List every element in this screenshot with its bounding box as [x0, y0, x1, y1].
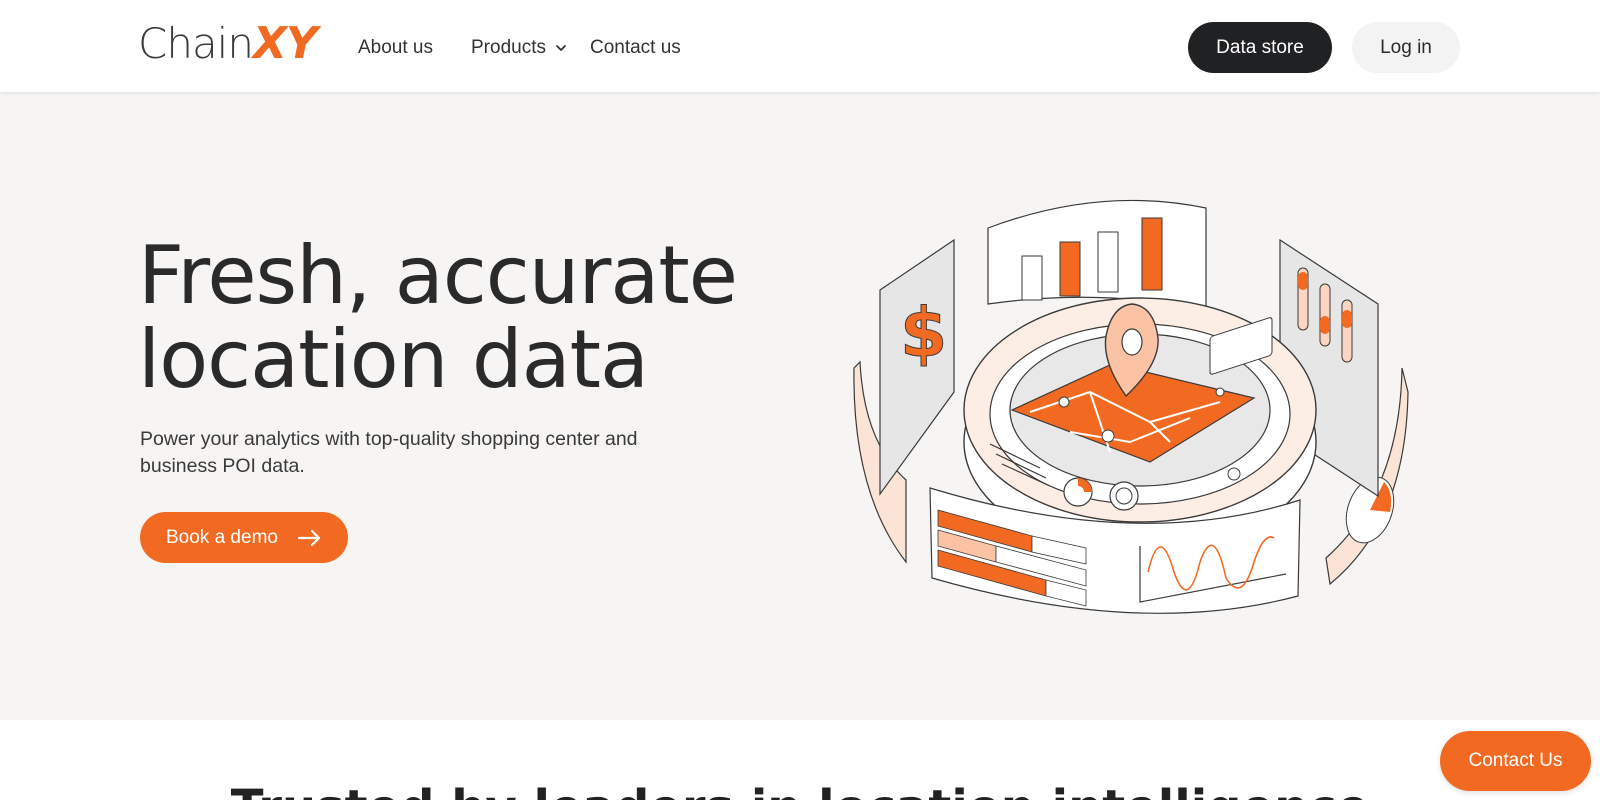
main-nav: About us Products Contact us: [358, 34, 681, 62]
floating-contact-us-button[interactable]: Contact Us: [1440, 731, 1591, 791]
log-in-button[interactable]: Log in: [1352, 22, 1460, 73]
hero-title-line-1: Fresh, accurate: [138, 229, 738, 322]
hero-title-line-2: location data: [138, 313, 649, 406]
nav-about-us[interactable]: About us: [358, 34, 433, 62]
arrow-right-icon: [298, 529, 321, 547]
chevron-down-icon: [556, 45, 566, 51]
site-header: Chain XY About us Products Contact us Dat…: [0, 0, 1600, 92]
isometric-location-dashboard-illustration: $: [853, 199, 1409, 614]
hero-title: Fresh, accurate location data: [138, 229, 738, 406]
nav-contact-us[interactable]: Contact us: [590, 34, 681, 62]
trusted-section: Trusted by leaders in location intellige…: [0, 720, 1600, 800]
logo-xy-text: XY: [252, 18, 318, 69]
svg-text:$: $: [900, 294, 947, 373]
hero-subtitle: Power your analytics with top-quality sh…: [140, 428, 638, 477]
nav-products-label: Products: [471, 37, 546, 58]
hero-section: Fresh, accurate location data Power your…: [0, 92, 1600, 720]
book-demo-label: Book a demo: [166, 526, 278, 548]
nav-products[interactable]: Products: [471, 34, 568, 62]
logo-chain-text: Chain: [138, 19, 254, 68]
data-store-button[interactable]: Data store: [1188, 22, 1332, 73]
book-demo-button[interactable]: Book a demo: [140, 512, 348, 563]
chainxy-logo[interactable]: Chain XY: [138, 18, 318, 70]
trusted-heading: Trusted by leaders in location intellige…: [0, 780, 1600, 800]
